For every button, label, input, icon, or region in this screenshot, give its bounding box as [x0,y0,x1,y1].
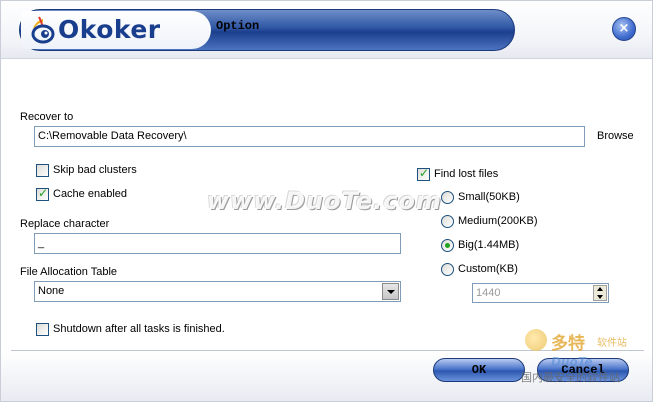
recover-to-label: Recover to [20,111,74,123]
dialog-title: Option [216,19,260,33]
skip-bad-clusters-label: Skip bad clusters [53,164,137,176]
radio-custom-label: Custom(KB) [458,263,518,275]
radio-small-label: Small(50KB) [458,191,520,203]
custom-size-value: 1440 [476,287,501,299]
okoker-eye-icon [31,16,55,44]
browse-button[interactable]: Browse [597,130,634,142]
file-allocation-table-value: None [38,285,65,297]
spin-down-icon[interactable] [597,295,603,299]
cache-enabled-label: Cache enabled [53,188,128,200]
replace-character-label: Replace character [20,218,110,230]
radio-medium-label: Medium(200KB) [458,215,538,227]
brand-name: Okoker [58,15,161,44]
duote-watermark: www.DuoTe.com [207,187,442,215]
recover-to-input[interactable]: C:\Removable Data Recovery\ [34,126,585,147]
radio-medium[interactable] [441,215,454,228]
replace-character-input[interactable]: _ [34,233,401,254]
dialog-header: Okoker Option × [1,1,652,59]
radio-big-label: Big(1.44MB) [458,239,520,251]
spinner-buttons[interactable] [593,285,607,301]
close-icon[interactable]: × [612,17,636,41]
radio-big[interactable] [441,239,454,252]
radio-small[interactable] [441,191,454,204]
ok-button[interactable]: OK [433,358,525,382]
file-allocation-table-select[interactable]: None [34,281,401,302]
shutdown-label: Shutdown after all tasks is finished. [53,323,225,335]
cache-enabled-checkbox[interactable]: ✓ [36,186,49,201]
watermark-slogan: 国内最安全的软件站 [521,371,620,384]
skip-bad-clusters-checkbox[interactable] [36,164,49,177]
watermark-logo-icon [525,329,547,351]
corner-watermark: 多特 软件站 DuoTe 国内最安全的软件站 [521,329,652,389]
watermark-duote: DuoTe [551,355,593,369]
file-allocation-table-label: File Allocation Table [20,266,118,278]
chevron-down-icon[interactable] [382,283,399,300]
checkmark-icon: ✓ [38,186,49,200]
radio-custom[interactable] [441,263,454,276]
checkmark-icon: ✓ [419,166,430,180]
find-lost-files-checkbox[interactable]: ✓ [417,166,430,181]
watermark-brand-sub: 软件站 [597,338,627,349]
shutdown-checkbox[interactable] [36,323,49,336]
watermark-brand: 多特 [551,334,585,354]
find-lost-files-label: Find lost files [434,168,499,180]
spin-up-icon[interactable] [597,287,603,291]
option-dialog: Okoker Option × Recover to C:\Removable … [0,0,653,402]
radio-selected-dot [445,243,450,248]
custom-size-spinner[interactable]: 1440 [472,283,609,303]
